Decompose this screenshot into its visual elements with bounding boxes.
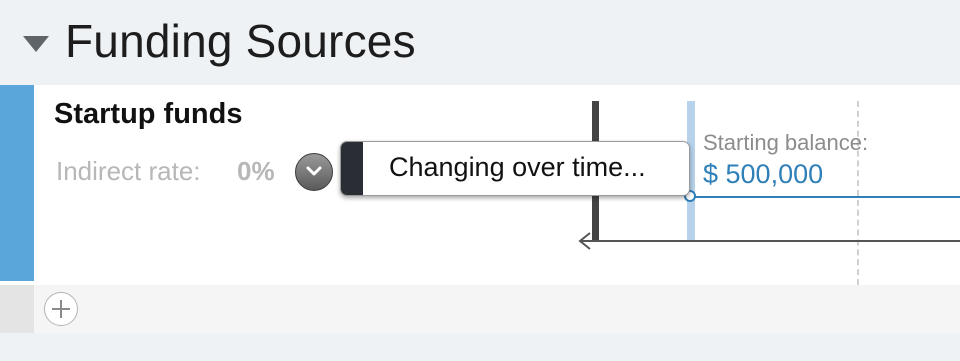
- starting-balance-value[interactable]: $ 500,000: [703, 159, 823, 190]
- add-row-gutter: [0, 285, 34, 333]
- arrow-left-icon: [578, 232, 960, 250]
- indirect-rate-value[interactable]: 0%: [237, 156, 275, 187]
- section-title: Funding Sources: [65, 15, 416, 67]
- changing-over-time-menu-item[interactable]: Changing over time...: [340, 141, 690, 196]
- menu-edge: [341, 142, 363, 195]
- fund-color-bar: [0, 85, 34, 281]
- indirect-rate-dropdown-button[interactable]: [295, 153, 333, 191]
- funding-source-row: Startup funds Indirect rate: 0% Starting…: [0, 85, 960, 285]
- section-header: Funding Sources: [0, 0, 960, 85]
- timeline-grid-line: [857, 101, 859, 285]
- add-funding-source-button[interactable]: [44, 292, 78, 326]
- add-funding-source-row: [0, 285, 960, 333]
- balance-line: [691, 196, 960, 198]
- chevron-down-icon: [306, 166, 322, 176]
- plus-icon: [52, 300, 70, 318]
- changing-over-time-label: Changing over time...: [389, 152, 646, 182]
- fund-name[interactable]: Startup funds: [54, 98, 243, 131]
- disclosure-triangle-icon[interactable]: [23, 36, 49, 52]
- starting-balance-label: Starting balance:: [703, 130, 869, 155]
- indirect-rate-label: Indirect rate:: [56, 156, 201, 186]
